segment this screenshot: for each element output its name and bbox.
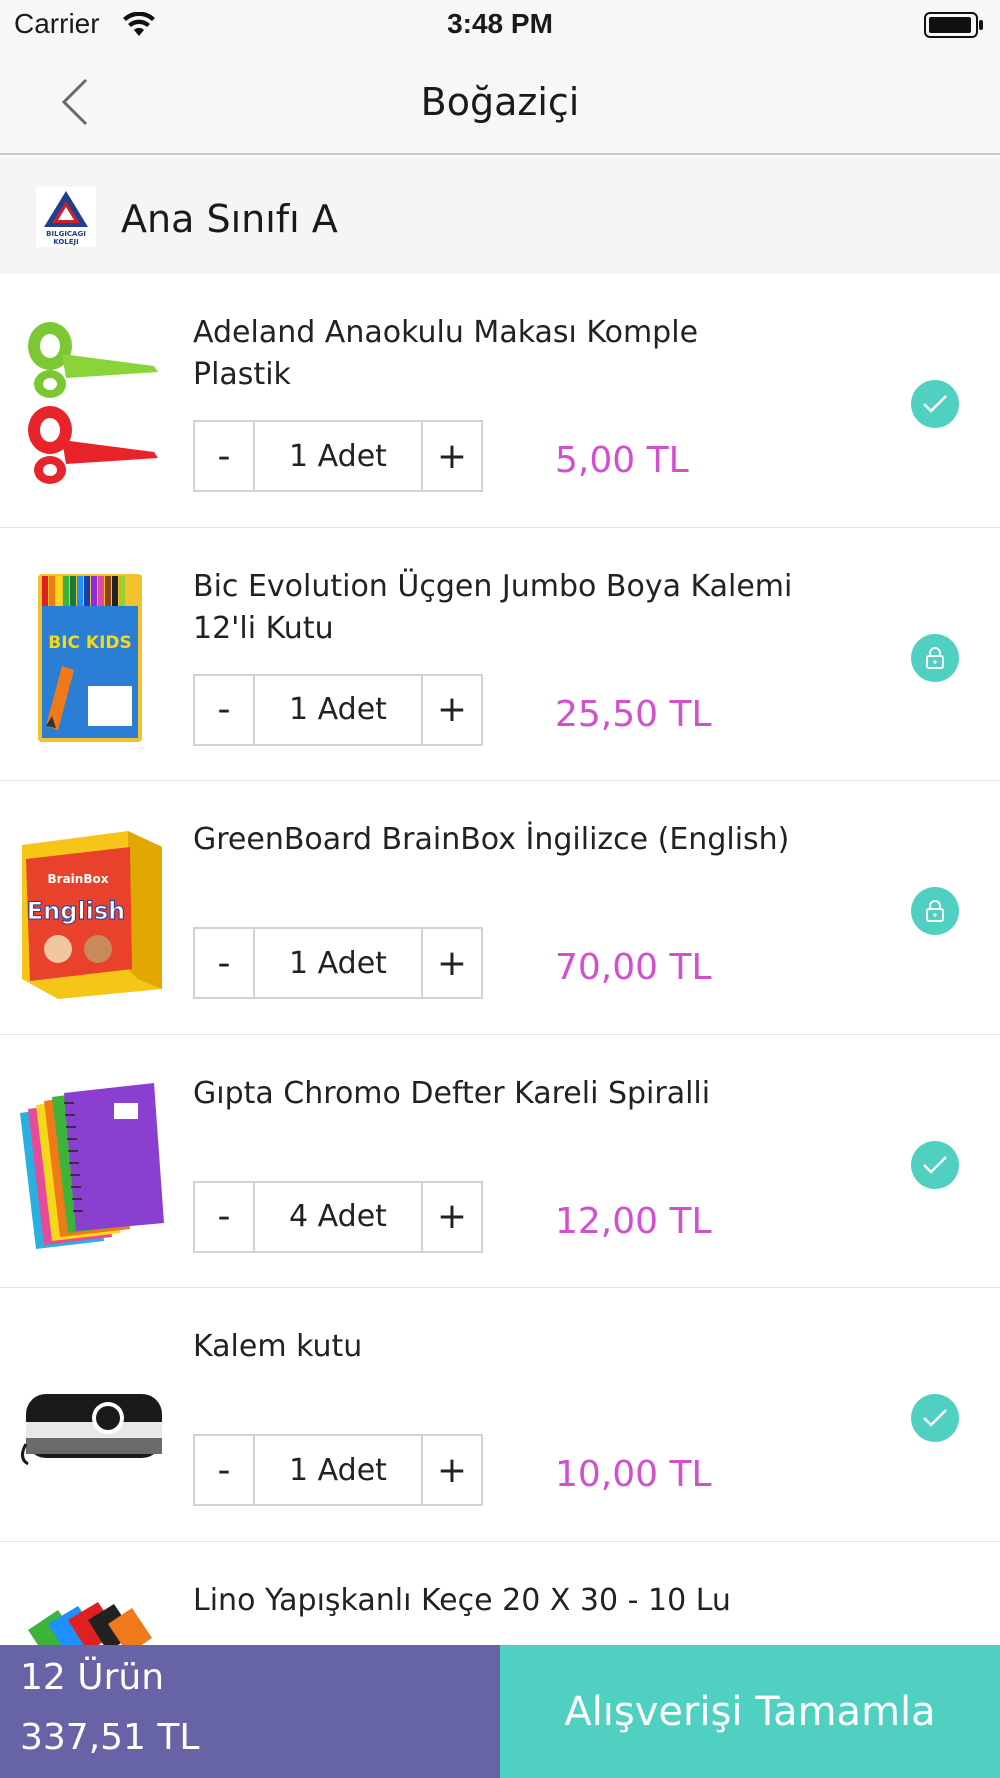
quantity-stepper: - 1 Adet +: [193, 673, 483, 746]
svg-text:English: English: [27, 897, 125, 925]
product-row[interactable]: Gıpta Chromo Defter Kareli Spiralli - 4 …: [0, 1034, 1000, 1288]
product-name: Gıpta Chromo Defter Kareli Spiralli: [193, 1075, 711, 1111]
class-header: BILGICAGI KOLEJI Ana Sınıfı A: [0, 157, 1000, 274]
product-name: Lino Yapışkanlı Keçe 20 X 30 - 10 Lu: [193, 1582, 731, 1618]
game-box-image: BrainBox English: [22, 831, 162, 999]
product-name: Kalem kutu: [193, 1329, 363, 1364]
svg-text:KOLEJI: KOLEJI: [53, 238, 79, 246]
quantity-stepper: - 1 Adet +: [193, 927, 483, 999]
crayon-box-image: BIC KIDS: [38, 573, 142, 742]
class-title: Ana Sınıfı A: [121, 197, 338, 241]
product-name: Bic Evolution Üçgen Jumbo Boya Kalemi 12…: [193, 568, 793, 646]
product-price: 25,50 TL: [555, 693, 712, 735]
quantity-stepper: - 1 Adet +: [193, 1434, 483, 1506]
school-logo: BILGICAGI KOLEJI: [36, 187, 96, 247]
check-icon[interactable]: [911, 380, 959, 428]
product-row[interactable]: BIC KIDS Bic Evolution Üçgen Jumbo Boya …: [0, 527, 1000, 781]
product-row[interactable]: BrainBox English GreenBoard BrainBox İng…: [0, 781, 1000, 1035]
checkout-button[interactable]: Alışverişi Tamamla: [500, 1645, 1000, 1778]
svg-text:BrainBox: BrainBox: [48, 872, 109, 886]
decrement-button[interactable]: -: [195, 422, 253, 490]
notebook-image: [20, 1082, 164, 1249]
increment-button[interactable]: +: [423, 1436, 481, 1504]
quantity-value: 1 Adet: [253, 929, 423, 997]
decrement-button[interactable]: -: [195, 1436, 253, 1504]
battery-icon: [924, 12, 983, 38]
product-name: GreenBoard BrainBox İngilizce (English): [193, 822, 790, 857]
status-bar: Carrier 3:48 PM: [0, 0, 1000, 50]
quantity-value: 1 Adet: [253, 1436, 423, 1504]
lock-icon[interactable]: [911, 887, 959, 935]
product-row[interactable]: Adeland Anaokulu Makası Komple Plastik -…: [0, 274, 1000, 528]
product-price: 12,00 TL: [555, 1200, 712, 1242]
clock: 3:48 PM: [447, 8, 553, 39]
product-name: Adeland Anaokulu Makası Komple Plastik: [193, 315, 699, 392]
check-icon[interactable]: [911, 1140, 959, 1189]
quantity-value: 1 Adet: [253, 422, 423, 490]
decrement-button[interactable]: -: [195, 1183, 253, 1251]
product-price: 70,00 TL: [555, 947, 712, 988]
increment-button[interactable]: +: [423, 1183, 481, 1251]
quantity-stepper: - 4 Adet +: [193, 1180, 483, 1253]
cart-summary: 12 Ürün 337,51 TL: [0, 1645, 500, 1778]
pencil-case-image: [21, 1394, 162, 1466]
product-price: 10,00 TL: [555, 1454, 712, 1495]
decrement-button[interactable]: -: [195, 676, 253, 744]
quantity-value: 1 Adet: [253, 675, 423, 744]
product-row[interactable]: Kalem kutu - 1 Adet + 10,00 TL: [0, 1288, 1000, 1542]
total-price: 337,51 TL: [20, 1717, 200, 1758]
bottom-bar: 12 Ürün 337,51 TL Alışverişi Tamamla: [0, 1645, 1000, 1778]
product-price: 5,00 TL: [555, 440, 689, 481]
increment-button[interactable]: +: [423, 422, 481, 490]
page-title: Boğaziçi: [420, 80, 580, 124]
svg-text:BIC KIDS: BIC KIDS: [48, 633, 132, 653]
lock-icon[interactable]: [911, 633, 959, 682]
scissors-image: [28, 322, 158, 484]
quantity-stepper: - 1 Adet +: [193, 420, 483, 492]
increment-button[interactable]: +: [423, 676, 481, 744]
quantity-value: 4 Adet: [253, 1182, 423, 1251]
increment-button[interactable]: +: [423, 929, 481, 997]
navigation-bar: Boğaziçi: [0, 50, 1000, 155]
product-list: Adeland Anaokulu Makası Komple Plastik -…: [0, 274, 1000, 1778]
decrement-button[interactable]: -: [195, 929, 253, 997]
check-icon[interactable]: [911, 1394, 959, 1442]
svg-text:BILGICAGI: BILGICAGI: [46, 230, 86, 238]
item-count: 12 Ürün: [20, 1657, 165, 1698]
